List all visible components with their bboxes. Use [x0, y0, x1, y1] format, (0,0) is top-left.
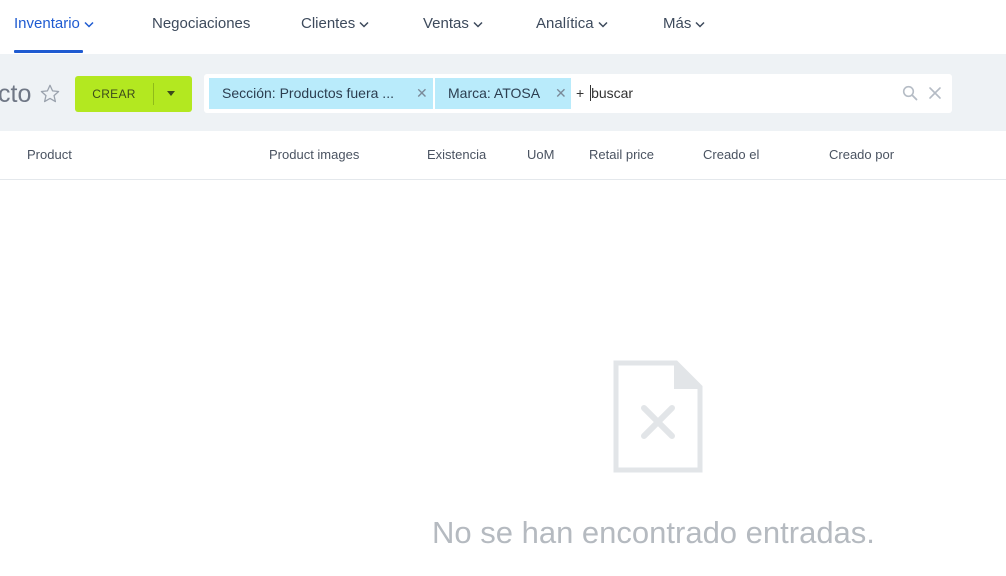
- remove-facet-icon[interactable]: ✕: [416, 78, 428, 109]
- chevron-down-icon: [359, 21, 369, 28]
- empty-document-icon: [613, 360, 703, 473]
- nav-item-inventario[interactable]: Inventario: [14, 15, 94, 32]
- search-input-prefix: +: [576, 85, 589, 101]
- create-button-divider: [153, 83, 154, 105]
- caret-down-icon[interactable]: [167, 91, 175, 96]
- nav-item-label: Inventario: [14, 15, 80, 32]
- facet-label: Sección: Productos fuera ...: [222, 85, 394, 101]
- remove-facet-icon[interactable]: ✕: [555, 78, 567, 109]
- page-title: cto: [0, 80, 32, 108]
- empty-state-message: No se han encontrado entradas.: [432, 515, 875, 550]
- nav-item-label: Clientes: [301, 15, 356, 32]
- search-input[interactable]: + buscar: [576, 82, 633, 104]
- nav-item-analitica[interactable]: Analítica: [536, 15, 608, 32]
- nav-item-mas[interactable]: Más: [663, 15, 705, 32]
- column-header-product-images[interactable]: Product images: [269, 147, 359, 162]
- nav-item-negociaciones[interactable]: Negociaciones: [152, 15, 250, 32]
- chevron-down-icon: [598, 21, 608, 28]
- create-button[interactable]: CREAR: [75, 76, 192, 112]
- chevron-down-icon: [695, 21, 705, 28]
- search-bar[interactable]: Sección: Productos fuera ... ✕ Marca: AT…: [204, 74, 952, 113]
- active-tab-indicator: [14, 50, 83, 53]
- column-header-existencia[interactable]: Existencia: [427, 147, 486, 162]
- close-icon[interactable]: [928, 86, 942, 100]
- nav-item-label: Analítica: [536, 15, 594, 32]
- facet-label: Marca: ATOSA: [448, 85, 541, 101]
- nav-item-label: Negociaciones: [152, 15, 251, 32]
- chevron-down-icon: [473, 21, 483, 28]
- column-header-uom[interactable]: UoM: [527, 147, 554, 162]
- column-header-product[interactable]: Product: [27, 147, 72, 162]
- nav-item-clientes[interactable]: Clientes: [301, 15, 369, 32]
- search-facet-seccion: Sección: Productos fuera ... ✕: [209, 78, 433, 109]
- column-header-creado-el[interactable]: Creado el: [703, 147, 759, 162]
- chevron-down-icon: [84, 21, 94, 28]
- search-icon[interactable]: [902, 85, 918, 101]
- star-icon[interactable]: [39, 83, 61, 105]
- search-input-value: buscar: [591, 85, 634, 101]
- search-facet-marca: Marca: ATOSA ✕: [435, 78, 571, 109]
- nav-item-label: Ventas: [423, 15, 469, 32]
- create-button-label: CREAR: [92, 87, 136, 101]
- nav-item-label: Más: [663, 15, 692, 32]
- nav-item-ventas[interactable]: Ventas: [423, 15, 483, 32]
- column-header-creado-por[interactable]: Creado por: [829, 147, 894, 162]
- list-header: Product Product images Existencia UoM Re…: [0, 131, 1006, 180]
- column-header-retail-price[interactable]: Retail price: [589, 147, 654, 162]
- top-navigation: Inventario Negociaciones Clientes Ventas…: [0, 0, 1006, 54]
